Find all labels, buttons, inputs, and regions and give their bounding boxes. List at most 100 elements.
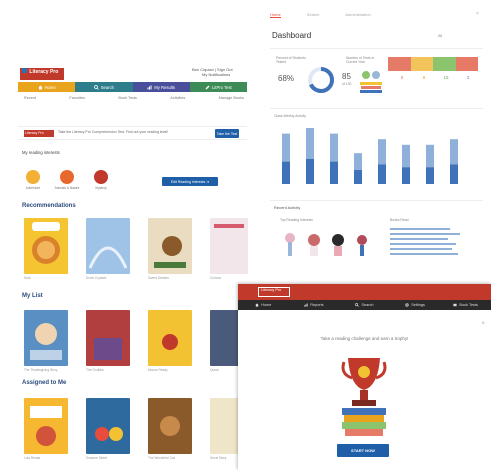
recommendations-title: Recommendations (22, 203, 76, 209)
reading-level-bar[interactable] (388, 57, 478, 71)
nav-my-results[interactable]: My Results (132, 82, 190, 92)
weekly-bar-upper (378, 139, 386, 165)
home-icon (38, 85, 43, 89)
level-count: 8 (422, 75, 426, 80)
close-icon[interactable]: × (476, 11, 479, 17)
metric-sub: of 130 (342, 82, 352, 86)
weekly-bar-lower (402, 167, 410, 184)
edit-interests-button[interactable]: Edit Reading Interests ➜ (162, 177, 218, 186)
nav-reports[interactable]: Reports (289, 300, 340, 310)
banner-logo: Literacy Pro (24, 130, 54, 137)
dashboard-panel: Home Search Administration × Dashboard A… (262, 0, 491, 282)
interest-illustrations (285, 233, 367, 256)
app-header: Literacy Pro (238, 284, 491, 300)
level-count: 15 (443, 75, 449, 80)
interest-label: Animals & Nature (54, 186, 80, 190)
metric-label: Number of Tests in Current Year (346, 56, 375, 64)
student-home-panel: Literacy Pro Ben Ciquian | Sign Out My N… (14, 60, 249, 465)
tab-search[interactable]: Search (307, 12, 320, 18)
nav-search[interactable]: Search (339, 300, 390, 310)
page-title: Dashboard (272, 31, 312, 40)
interest-mystery-badge[interactable] (94, 170, 108, 184)
level-count: 5 (400, 75, 404, 80)
weekly-bar-lower (330, 161, 338, 184)
pencil-icon (205, 85, 210, 89)
book-cover[interactable] (86, 310, 130, 366)
nav-book-tests[interactable]: Book Tests (440, 300, 491, 310)
weekly-bar-upper (282, 133, 290, 162)
subnav-recent[interactable]: Recent (24, 96, 36, 100)
students-illustration (360, 71, 382, 93)
weekly-bar-lower (306, 158, 314, 184)
app-nav: Home Reports Search Settings Book Tests (238, 300, 491, 310)
lion-illustration (32, 222, 60, 264)
subnav-book-tests[interactable]: Book Tests (118, 96, 137, 100)
weekly-bar-upper (426, 144, 434, 168)
literacy-pro-logo[interactable]: Literacy Pro (258, 287, 290, 297)
weekly-bar-upper (306, 128, 314, 159)
book-cover[interactable] (148, 398, 192, 454)
book-icon (22, 68, 27, 73)
book-cover[interactable] (24, 398, 68, 454)
tab-home[interactable]: Home (270, 12, 281, 18)
subnav-manage-books[interactable]: Manage Books (219, 96, 244, 100)
interest-label: Mystery (95, 186, 107, 190)
metric-value: 68% (278, 74, 295, 83)
nav-home[interactable]: Home (18, 82, 76, 92)
literacy-pro-logo[interactable]: Literacy Pro (20, 68, 64, 80)
book-icon (453, 303, 458, 307)
trophy-illustration (341, 358, 387, 436)
main-nav: Home Search My Results LitPro Test (18, 82, 247, 92)
metric-label: Percent of Students Tested (276, 56, 306, 64)
reports-window: Literacy Pro Home Reports Search Setting… (238, 284, 491, 470)
book-cover[interactable] (24, 218, 68, 274)
home-icon (255, 303, 259, 307)
weekly-bar-lower (354, 170, 362, 184)
book-cover[interactable] (148, 310, 192, 366)
nav-settings[interactable]: Settings (390, 300, 441, 310)
weekly-bar-lower (426, 167, 434, 184)
close-icon[interactable]: × (481, 321, 485, 327)
nav-search[interactable]: Search (75, 82, 133, 92)
recent-activity-title: Recent Activity (274, 205, 301, 210)
book-cover[interactable] (86, 398, 130, 454)
search-icon (93, 84, 99, 90)
take-test-button[interactable]: Take the Test (215, 129, 239, 138)
recent-subtitle: Top Reading Interests (280, 218, 313, 222)
weekly-activity-title: Class Weekly Activity (274, 114, 306, 118)
book-cover[interactable] (86, 218, 130, 274)
start-now-button[interactable]: START NOW (337, 444, 389, 457)
weekly-bar-upper (354, 153, 362, 170)
dashboard-tabs: Home Search Administration (270, 12, 371, 18)
interest-label: Adventure (25, 186, 41, 190)
subnav-favorites[interactable]: Favorites (69, 96, 85, 100)
arrow-right-icon: ➜ (206, 179, 210, 184)
gear-icon (405, 303, 409, 307)
nav-litpro-test[interactable]: LitPro Test (189, 82, 247, 92)
assigned-title: Assigned to Me (22, 380, 67, 386)
weekly-bar-upper (450, 139, 458, 165)
nav-home[interactable]: Home (238, 300, 289, 310)
level-count: 3 (466, 75, 470, 80)
filter-select[interactable]: All (438, 34, 442, 38)
book-cover[interactable] (210, 218, 248, 274)
weekly-bar-upper (330, 133, 338, 162)
tab-administration[interactable]: Administration (345, 12, 370, 18)
interest-animals-badge[interactable] (60, 170, 74, 184)
weekly-activity-chart (282, 128, 458, 184)
book-cover[interactable] (148, 218, 192, 274)
banner-text: Take the Literacy Pro Comprehension Test… (58, 130, 169, 134)
weekly-bar-lower (282, 161, 290, 184)
subnav-activities[interactable]: Activities (170, 96, 185, 100)
level-below (388, 57, 411, 71)
interest-adventure-badge[interactable] (26, 170, 40, 184)
chart-icon (147, 85, 152, 89)
progress-ring (308, 67, 334, 93)
notifications-link[interactable]: My Notifications (202, 72, 230, 77)
weekly-bar-upper (402, 144, 410, 168)
test-banner: Literacy Pro Take the Literacy Pro Compr… (18, 126, 247, 140)
interests-title: My reading interests (22, 150, 60, 155)
search-icon (355, 303, 360, 307)
book-cover[interactable] (24, 310, 68, 366)
my-list-title: My List (22, 293, 43, 299)
